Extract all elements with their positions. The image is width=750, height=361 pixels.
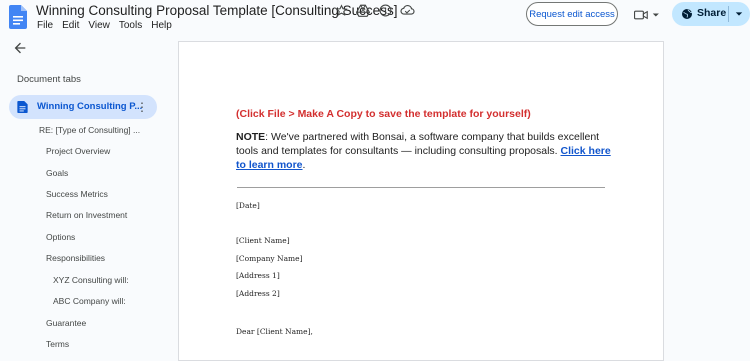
menu-help[interactable]: Help [151,20,172,31]
cloud-status-icon[interactable] [399,2,415,18]
document-page[interactable]: (Click File > Make A Copy to save the te… [178,41,664,361]
star-icon[interactable] [333,2,349,18]
active-tab-label: Winning Consulting P... [37,101,143,112]
meet-button[interactable] [634,6,660,24]
move-to-drive-icon[interactable] [355,2,371,18]
outline-item-terms[interactable]: Terms [46,339,69,349]
note-text: : We've partnered with Bonsai, a softwar… [236,131,600,157]
header-bar: Winning Consulting Proposal Template [Co… [0,0,750,40]
tab-winning-consulting[interactable]: Winning Consulting P... ⋮ [9,95,157,119]
share-label: Share [697,7,727,19]
bonsai-note: NOTE: We've partnered with Bonsai, a sof… [236,130,616,172]
outline-item-roi[interactable]: Return on Investment [46,210,127,220]
outline-item-goals[interactable]: Goals [46,168,68,178]
share-button[interactable]: Share [672,2,750,26]
outline-item-re[interactable]: RE: [Type of Consulting] ... [39,125,140,135]
dropdown-icon [653,13,660,17]
outline-item-project-overview[interactable]: Project Overview [46,146,110,156]
horizontal-rule [237,187,605,188]
menu-view[interactable]: View [88,20,110,31]
client-name-placeholder: [Client Name] [236,236,290,245]
outline-item-responsibilities[interactable]: Responsibilities [46,253,105,263]
menu-file[interactable]: File [37,20,53,31]
title-actions [333,2,415,18]
outline-item-success-metrics[interactable]: Success Metrics [46,189,108,199]
menu-edit[interactable]: Edit [62,20,79,31]
info-icon[interactable] [377,2,393,18]
share-divider [728,6,729,22]
doc-tab-icon [17,101,28,113]
dropdown-icon[interactable] [735,10,743,18]
more-vert-icon[interactable]: ⋮ [136,99,148,115]
date-placeholder: [Date] [236,201,260,210]
address2-placeholder: [Address 2] [236,289,280,298]
outline-item-options[interactable]: Options [46,232,75,242]
make-copy-note: (Click File > Make A Copy to save the te… [236,108,531,120]
salutation: Dear [Client Name], [236,327,313,336]
back-arrow-icon[interactable] [12,40,28,56]
docs-logo-icon[interactable] [9,5,27,29]
outline-item-abc-company[interactable]: ABC Company will: [53,296,126,306]
company-name-placeholder: [Company Name] [236,254,303,263]
outline-item-xyz-consulting[interactable]: XYZ Consulting will: [53,275,129,285]
meet-icon [634,10,648,20]
note-end: . [302,159,306,171]
outline-item-guarantee[interactable]: Guarantee [46,318,86,328]
note-label: NOTE [236,131,266,143]
request-edit-access-button[interactable]: Request edit access [526,2,618,26]
document-tabs-heading: Document tabs [17,74,81,85]
address1-placeholder: [Address 1] [236,271,280,280]
menu-bar: File Edit View Tools Help [37,20,172,31]
globe-icon [682,9,693,19]
menu-tools[interactable]: Tools [119,20,142,31]
